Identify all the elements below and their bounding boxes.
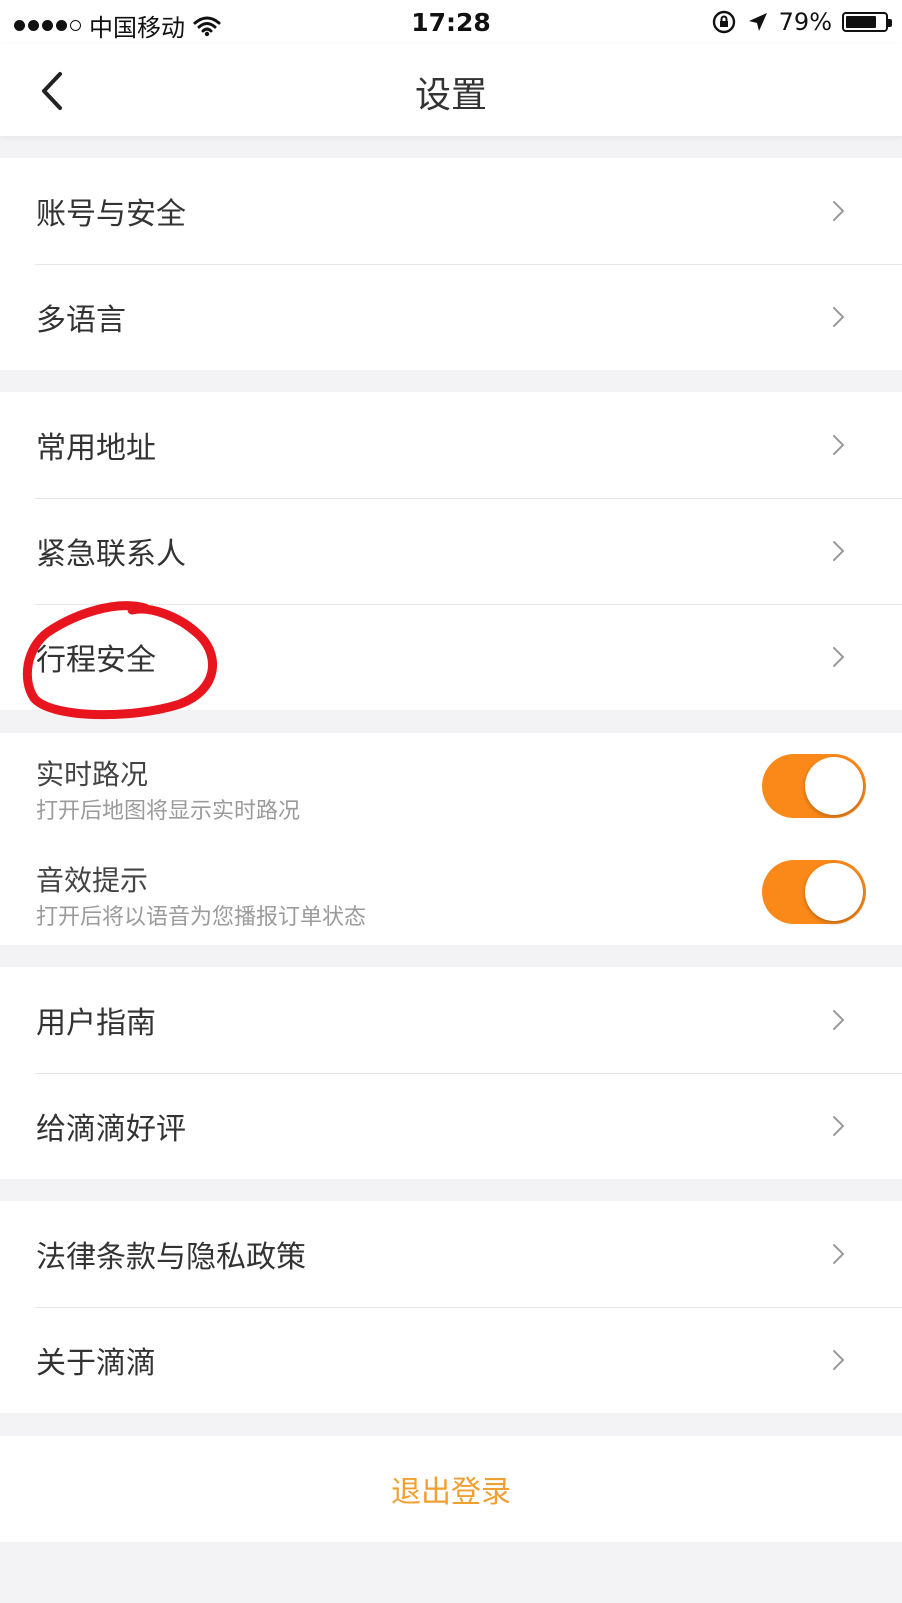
battery-icon (842, 12, 892, 32)
settings-group-toggles: 实时路况 打开后地图将显示实时路况 音效提示 打开后将以语音为您播报订单状态 (0, 733, 902, 945)
settings-group-help: 用户指南 给滴滴好评 (0, 967, 902, 1179)
chevron-right-icon (833, 1350, 845, 1370)
settings-item-account-security[interactable]: 账号与安全 (0, 158, 902, 264)
settings-group-safety: 常用地址 紧急联系人 行程安全 (0, 392, 902, 710)
settings-item-label: 给滴滴好评 (36, 1112, 186, 1147)
settings-item-label: 账号与安全 (36, 197, 186, 232)
toggle-row-traffic: 实时路况 打开后地图将显示实时路况 (0, 733, 902, 839)
settings-item-label: 常用地址 (36, 431, 156, 466)
chevron-right-icon (833, 1116, 845, 1136)
switch-knob (805, 863, 863, 921)
page-title: 设置 (414, 75, 487, 116)
status-bar: 中国移动 17:28 79% (0, 0, 902, 44)
toggle-subtitle: 打开后地图将显示实时路况 (36, 799, 301, 824)
settings-item-label: 紧急联系人 (36, 537, 186, 572)
settings-item-language[interactable]: 多语言 (0, 264, 902, 370)
toggle-row-sound: 音效提示 打开后将以语音为您播报订单状态 (0, 839, 902, 945)
sound-toggle-switch[interactable] (762, 860, 866, 924)
settings-item-label: 多语言 (36, 303, 126, 338)
settings-group-account: 账号与安全 多语言 (0, 158, 902, 370)
toggle-title: 音效提示 (36, 864, 149, 897)
settings-item-label: 用户指南 (36, 1006, 156, 1041)
location-arrow-icon (748, 13, 767, 31)
chevron-right-icon (833, 1010, 845, 1030)
chevron-right-icon (833, 1244, 845, 1264)
settings-item-trip-safety[interactable]: 行程安全 (0, 604, 902, 710)
switch-knob (805, 757, 863, 815)
settings-item-user-guide[interactable]: 用户指南 (0, 967, 902, 1073)
settings-item-rate-app[interactable]: 给滴滴好评 (0, 1073, 902, 1179)
settings-item-legal-privacy[interactable]: 法律条款与隐私政策 (0, 1201, 902, 1307)
settings-item-label: 法律条款与隐私政策 (36, 1240, 306, 1275)
chevron-right-icon (833, 435, 845, 455)
rotation-lock-icon (712, 10, 735, 34)
settings-item-common-address[interactable]: 常用地址 (0, 392, 902, 498)
battery-percent: 79% (778, 8, 832, 36)
nav-bar: 设置 (0, 44, 902, 136)
settings-item-about[interactable]: 关于滴滴 (0, 1307, 902, 1413)
settings-item-label: 关于滴滴 (36, 1346, 156, 1381)
chevron-right-icon (833, 307, 845, 327)
logout-button[interactable]: 退出登录 (0, 1436, 902, 1542)
settings-item-emergency-contact[interactable]: 紧急联系人 (0, 498, 902, 604)
settings-item-label: 行程安全 (36, 643, 156, 678)
chevron-right-icon (833, 541, 845, 561)
traffic-toggle-switch[interactable] (762, 754, 866, 818)
toggle-title: 实时路况 (36, 758, 149, 791)
settings-group-legal: 法律条款与隐私政策 关于滴滴 (0, 1201, 902, 1413)
toggle-subtitle: 打开后将以语音为您播报订单状态 (36, 905, 367, 930)
chevron-right-icon (833, 201, 845, 221)
logout-label: 退出登录 (391, 1475, 511, 1510)
chevron-right-icon (833, 647, 845, 667)
status-right: 79% (711, 8, 892, 36)
